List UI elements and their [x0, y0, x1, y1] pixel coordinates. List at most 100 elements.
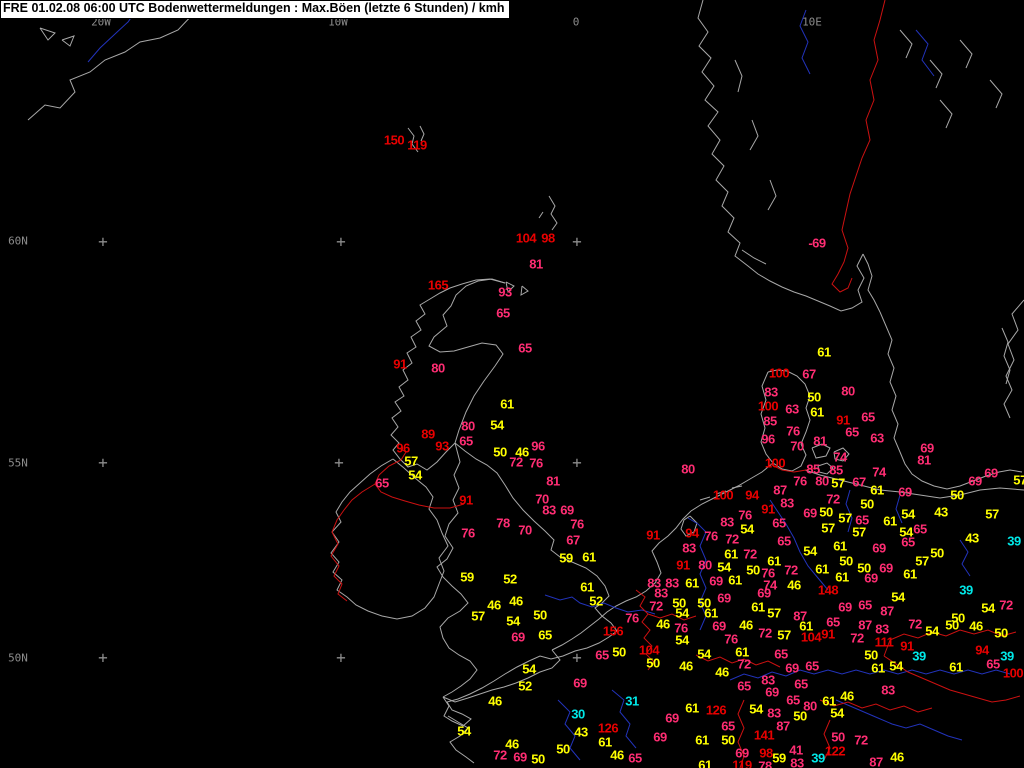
- station-gust-value: 65: [595, 647, 609, 663]
- station-gust-value: 57: [831, 475, 845, 491]
- station-gust-value: 65: [861, 409, 875, 425]
- station-gust-value: 69: [709, 573, 723, 589]
- station-gust-value: 54: [830, 705, 844, 721]
- station-gust-value: 30: [571, 706, 585, 722]
- station-gust-value: 65: [628, 750, 642, 766]
- station-gust-value: 65: [794, 676, 808, 692]
- station-gust-value: 94: [745, 487, 759, 503]
- station-gust-value: 81: [529, 256, 543, 272]
- station-gust-value: 65: [845, 424, 859, 440]
- station-gust-value: 50: [994, 625, 1008, 641]
- station-gust-value: 91: [761, 501, 775, 517]
- latitude-label: 60N: [8, 234, 28, 248]
- station-gust-value: 46: [969, 618, 983, 634]
- station-gust-value: 104: [800, 629, 822, 645]
- graticule-tick: +: [572, 232, 582, 251]
- station-gust-value: 76: [786, 423, 800, 439]
- station-gust-value: 69: [785, 660, 799, 676]
- station-gust-value: 89: [421, 426, 435, 442]
- station-gust-value: 54: [925, 623, 939, 639]
- station-gust-value: 91: [676, 557, 690, 573]
- weather-map: 20W 10W 0 10E 60N 55N 50N + + + + + + + + +150 119 104 98-…: [0, 0, 1024, 768]
- station-gust-value: 61: [871, 660, 885, 676]
- station-gust-value: 43: [574, 724, 588, 740]
- station-gust-value: 54: [891, 589, 905, 605]
- station-gust-value: 50: [839, 553, 853, 569]
- station-gust-value: 61: [685, 575, 699, 591]
- station-gust-value: 46: [787, 577, 801, 593]
- station-gust-value: 43: [934, 504, 948, 520]
- station-gust-value: 91: [646, 527, 660, 543]
- station-gust-value: 80: [698, 557, 712, 573]
- station-gust-value: 67: [802, 366, 816, 382]
- station-gust-value: 61: [810, 404, 824, 420]
- station-gust-value: 65: [913, 521, 927, 537]
- station-gust-value: 72: [850, 630, 864, 646]
- latitude-label: 50N: [8, 651, 28, 665]
- station-gust-value: 65: [459, 433, 473, 449]
- station-gust-value: 104: [515, 230, 537, 246]
- station-gust-value: 80: [431, 360, 445, 376]
- station-gust-value: 148: [817, 582, 839, 598]
- station-gust-value: 50: [612, 644, 626, 660]
- station-gust-value: 57: [985, 506, 999, 522]
- station-gust-value: 50: [531, 751, 545, 767]
- station-gust-value: 50: [930, 545, 944, 561]
- station-gust-value: 126: [597, 720, 619, 736]
- title-bar: FRE 01.02.08 06:00 UTC Bodenwettermeldun…: [0, 0, 510, 19]
- station-gust-value: 57: [821, 520, 835, 536]
- station-gust-value: 65: [777, 533, 791, 549]
- station-gust-value: 54: [675, 632, 689, 648]
- station-gust-value: 80: [461, 418, 475, 434]
- station-gust-value: 50: [819, 504, 833, 520]
- station-gust-value: 50: [831, 729, 845, 745]
- station-gust-value: 54: [889, 658, 903, 674]
- station-gust-value: 65: [375, 475, 389, 491]
- station-gust-value: 31: [625, 693, 639, 709]
- station-gust-value: 81: [917, 452, 931, 468]
- station-gust-value: 50: [493, 444, 507, 460]
- station-gust-value: 65: [496, 305, 510, 321]
- station-gust-value: 69: [872, 540, 886, 556]
- station-gust-value: 46: [715, 664, 729, 680]
- station-gust-value: 100: [712, 487, 734, 503]
- station-gust-value: 50: [945, 617, 959, 633]
- station-gust-value: 70: [518, 522, 532, 538]
- station-gust-value: 59: [460, 569, 474, 585]
- station-gust-value: 52: [503, 571, 517, 587]
- station-gust-value: 39: [811, 750, 825, 766]
- station-gust-value: 87: [776, 718, 790, 734]
- station-gust-value: 126: [705, 702, 727, 718]
- station-gust-value: 65: [786, 692, 800, 708]
- station-gust-value: 72: [758, 625, 772, 641]
- station-gust-value: 76: [625, 610, 639, 626]
- latitude-label: 55N: [8, 456, 28, 470]
- station-gust-value: 52: [518, 678, 532, 694]
- station-gust-value: 54: [697, 646, 711, 662]
- station-gust-value: 65: [805, 658, 819, 674]
- station-gust-value: 100: [757, 398, 779, 414]
- station-gust-value: 46: [488, 693, 502, 709]
- station-gust-value: 50: [950, 487, 964, 503]
- station-gust-value: 65: [858, 597, 872, 613]
- station-gust-value: 65: [518, 340, 532, 356]
- station-gust-value: 57: [915, 553, 929, 569]
- station-gust-value: 46: [840, 688, 854, 704]
- station-gust-value: 69: [665, 710, 679, 726]
- station-gust-value: 81: [546, 473, 560, 489]
- station-gust-value: 57: [852, 524, 866, 540]
- station-gust-value: 54: [522, 661, 536, 677]
- station-gust-value: 100: [1002, 665, 1024, 681]
- station-gust-value: 54: [675, 605, 689, 621]
- station-gust-value: 65: [901, 534, 915, 550]
- station-gust-value: 69: [864, 570, 878, 586]
- station-gust-value: 65: [774, 646, 788, 662]
- station-gust-value: 46: [509, 593, 523, 609]
- graticule-tick: +: [572, 453, 582, 472]
- station-gust-value: 59: [772, 750, 786, 766]
- station-gust-value: 98: [541, 230, 555, 246]
- station-gust-value: 111: [874, 634, 894, 650]
- station-gust-value: 61: [728, 572, 742, 588]
- graticule-tick: +: [336, 648, 346, 667]
- station-gust-value: 81: [813, 433, 827, 449]
